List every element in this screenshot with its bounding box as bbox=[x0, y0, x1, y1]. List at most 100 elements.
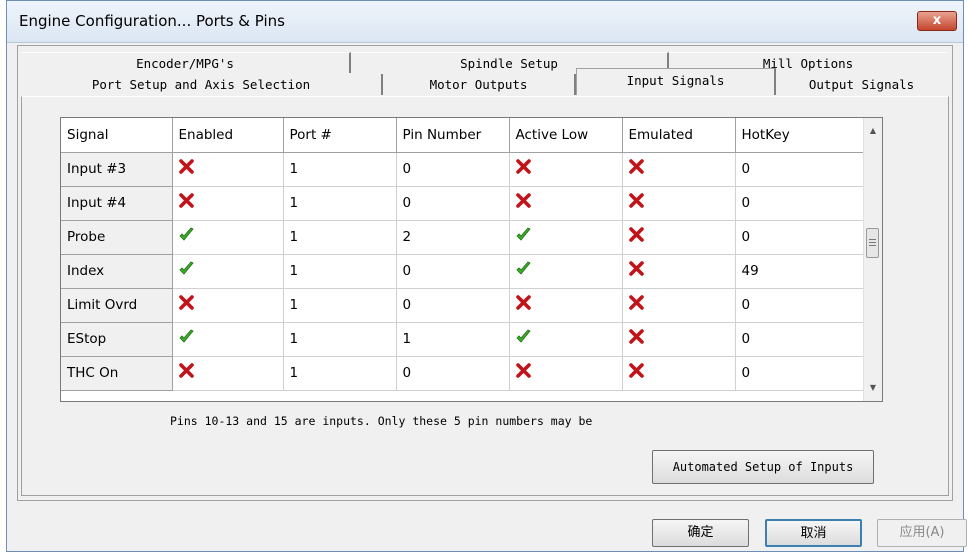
pin-number-cell[interactable]: 0 bbox=[396, 152, 510, 187]
hotkey-cell[interactable]: 0 bbox=[735, 322, 864, 357]
signal-name-cell[interactable]: THC On bbox=[61, 356, 173, 391]
signal-name-cell[interactable]: Input #4 bbox=[61, 186, 173, 221]
hotkey-cell[interactable]: 0 bbox=[735, 220, 864, 255]
scroll-up-arrow-icon[interactable]: ▲ bbox=[864, 122, 882, 140]
port-cell[interactable]: 1 bbox=[283, 322, 397, 357]
port-cell[interactable]: 1 bbox=[283, 220, 397, 255]
table-row[interactable]: Index 1 0 49 bbox=[61, 254, 864, 289]
enabled-cell[interactable] bbox=[172, 356, 284, 391]
red-x-icon bbox=[178, 192, 194, 211]
scroll-down-arrow-icon[interactable]: ▼ bbox=[864, 379, 882, 397]
port-cell[interactable]: 1 bbox=[283, 288, 397, 323]
port-cell[interactable]: 1 bbox=[283, 186, 397, 221]
port-cell[interactable]: 1 bbox=[283, 152, 397, 187]
scroll-thumb[interactable] bbox=[866, 228, 879, 258]
green-check-icon bbox=[515, 261, 531, 279]
cancel-button[interactable]: 取消 bbox=[765, 519, 862, 547]
emulated-cell[interactable] bbox=[622, 356, 736, 391]
enabled-cell[interactable] bbox=[172, 186, 284, 221]
pin-number-cell[interactable]: 0 bbox=[396, 356, 510, 391]
column-header-signal[interactable]: Signal bbox=[61, 118, 173, 153]
title-bar: Engine Configuration... Ports & Pins x bbox=[7, 1, 963, 43]
enabled-cell[interactable] bbox=[172, 322, 284, 357]
table-row[interactable]: Probe 1 2 0 bbox=[61, 220, 864, 255]
green-check-icon bbox=[178, 227, 194, 245]
tab-encoder-mpg[interactable]: Encoder/MPG's bbox=[21, 52, 351, 73]
hotkey-cell[interactable]: 0 bbox=[735, 356, 864, 391]
column-header-active-low[interactable]: Active Low bbox=[509, 118, 623, 153]
tab-input-signals[interactable]: Input Signals bbox=[576, 68, 776, 95]
table-row[interactable]: THC On 1 0 0 bbox=[61, 356, 864, 391]
emulated-cell[interactable] bbox=[622, 322, 736, 357]
tab-row-top: Encoder/MPG's Spindle Setup Mill Options bbox=[21, 52, 949, 73]
red-x-icon bbox=[515, 294, 531, 313]
green-check-icon bbox=[178, 261, 194, 279]
green-check-icon bbox=[178, 329, 194, 347]
tab-label: Output Signals bbox=[808, 77, 915, 92]
red-x-icon bbox=[515, 158, 531, 177]
emulated-cell[interactable] bbox=[622, 186, 736, 221]
enabled-cell[interactable] bbox=[172, 220, 284, 255]
column-header-enabled[interactable]: Enabled bbox=[172, 118, 284, 153]
pin-number-cell[interactable]: 0 bbox=[396, 186, 510, 221]
vertical-scrollbar[interactable]: ▲ ▼ bbox=[863, 118, 882, 401]
active-low-cell[interactable] bbox=[509, 186, 623, 221]
red-x-icon bbox=[628, 192, 644, 211]
red-x-icon bbox=[628, 362, 644, 381]
signals-grid[interactable]: Signal Enabled Port # Pin Number Active … bbox=[60, 117, 883, 402]
port-cell[interactable]: 1 bbox=[283, 254, 397, 289]
column-header-pin-number[interactable]: Pin Number bbox=[396, 118, 510, 153]
enabled-cell[interactable] bbox=[172, 288, 284, 323]
column-header-hotkey[interactable]: HotKey bbox=[735, 118, 864, 153]
active-low-cell[interactable] bbox=[509, 356, 623, 391]
signal-name-cell[interactable]: Probe bbox=[61, 220, 173, 255]
pin-number-cell[interactable]: 2 bbox=[396, 220, 510, 255]
pin-number-cell[interactable]: 1 bbox=[396, 322, 510, 357]
enabled-cell[interactable] bbox=[172, 254, 284, 289]
port-cell[interactable]: 1 bbox=[283, 356, 397, 391]
emulated-cell[interactable] bbox=[622, 220, 736, 255]
column-header-port[interactable]: Port # bbox=[283, 118, 397, 153]
red-x-icon bbox=[628, 158, 644, 177]
tab-row-bottom: Port Setup and Axis Selection Motor Outp… bbox=[21, 68, 949, 95]
signal-name-cell[interactable]: Input #3 bbox=[61, 152, 173, 187]
signal-name-cell[interactable]: Limit Ovrd bbox=[61, 288, 173, 323]
tab-label: Port Setup and Axis Selection bbox=[91, 77, 311, 92]
table-row[interactable]: Input #3 1 0 0 bbox=[61, 152, 864, 187]
pins-note-text: Pins 10-13 and 15 are inputs. Only these… bbox=[170, 414, 593, 428]
emulated-cell[interactable] bbox=[622, 288, 736, 323]
column-header-emulated[interactable]: Emulated bbox=[622, 118, 736, 153]
table-row[interactable]: Limit Ovrd 1 0 0 bbox=[61, 288, 864, 323]
ok-button[interactable]: 确定 bbox=[652, 519, 749, 547]
table-row[interactable]: Input #4 1 0 0 bbox=[61, 186, 864, 221]
tab-port-setup[interactable]: Port Setup and Axis Selection bbox=[21, 74, 383, 95]
tab-output-signals[interactable]: Output Signals bbox=[776, 74, 947, 95]
enabled-cell[interactable] bbox=[172, 152, 284, 187]
dialog-client: Encoder/MPG's Spindle Setup Mill Options… bbox=[17, 45, 953, 501]
apply-button[interactable]: 应用(A) bbox=[877, 519, 967, 547]
hotkey-cell[interactable]: 0 bbox=[735, 288, 864, 323]
emulated-cell[interactable] bbox=[622, 152, 736, 187]
red-x-icon bbox=[628, 260, 644, 279]
pin-number-cell[interactable]: 0 bbox=[396, 288, 510, 323]
signal-name-cell[interactable]: Index bbox=[61, 254, 173, 289]
red-x-icon bbox=[515, 362, 531, 381]
active-low-cell[interactable] bbox=[509, 152, 623, 187]
pin-number-cell[interactable]: 0 bbox=[396, 254, 510, 289]
active-low-cell[interactable] bbox=[509, 288, 623, 323]
red-x-icon bbox=[515, 192, 531, 211]
table-row[interactable]: EStop 1 1 0 bbox=[61, 322, 864, 357]
tab-motor-outputs[interactable]: Motor Outputs bbox=[383, 74, 576, 95]
active-low-cell[interactable] bbox=[509, 322, 623, 357]
active-low-cell[interactable] bbox=[509, 220, 623, 255]
hotkey-cell[interactable]: 0 bbox=[735, 152, 864, 187]
active-low-cell[interactable] bbox=[509, 254, 623, 289]
hotkey-cell[interactable]: 0 bbox=[735, 186, 864, 221]
hotkey-cell[interactable]: 49 bbox=[735, 254, 864, 289]
close-button[interactable]: x bbox=[917, 11, 957, 31]
automated-setup-button[interactable]: Automated Setup of Inputs bbox=[652, 450, 874, 484]
signal-name-cell[interactable]: EStop bbox=[61, 322, 173, 357]
emulated-cell[interactable] bbox=[622, 254, 736, 289]
dialog-window: Engine Configuration... Ports & Pins x E… bbox=[6, 0, 967, 552]
tab-label: Motor Outputs bbox=[429, 77, 528, 92]
